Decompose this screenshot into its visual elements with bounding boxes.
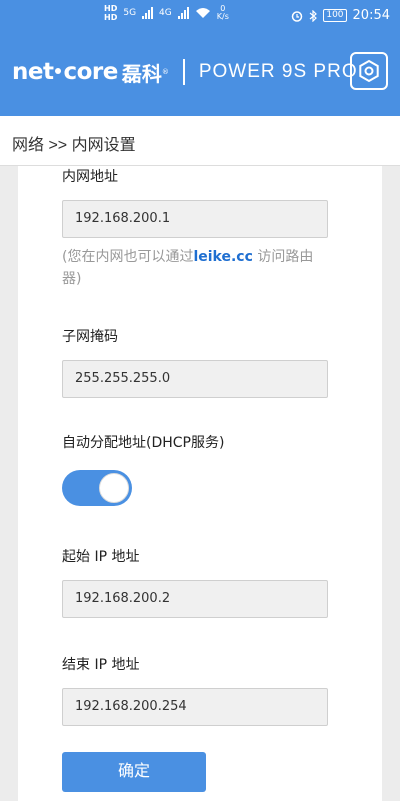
- subnet-label: 子网掩码: [62, 329, 118, 345]
- subnet-input[interactable]: 255.255.255.0: [62, 360, 328, 398]
- status-left: HD HD 5G 4G 0 K/s: [104, 4, 229, 22]
- hd-bottom: HD: [104, 13, 118, 22]
- end-ip-label: 结束 IP 地址: [62, 657, 140, 673]
- bluetooth-icon: [309, 9, 318, 22]
- dhcp-toggle[interactable]: [62, 470, 132, 506]
- dhcp-label: 自动分配地址(DHCP服务): [62, 435, 225, 451]
- logo-chinese: 磊科: [121, 61, 162, 86]
- settings-button[interactable]: [350, 52, 388, 90]
- end-ip-input[interactable]: 192.168.200.254: [62, 688, 328, 726]
- lan-ip-label: 内网地址: [62, 169, 118, 185]
- hd-top: HD: [104, 4, 118, 13]
- logo-text-left: net: [12, 59, 54, 85]
- lan-hint: (您在内网也可以通过leike.cc 访问路由器): [62, 246, 332, 290]
- network-4g-label: 4G: [159, 8, 172, 18]
- status-right: 100 20:54: [291, 8, 390, 23]
- settings-icon: [359, 59, 379, 83]
- net-speed-unit: K/s: [216, 12, 229, 21]
- start-ip-input[interactable]: 192.168.200.2: [62, 580, 328, 618]
- brand-divider: [182, 59, 185, 85]
- hint-text-before: (您在内网也可以通过: [62, 249, 194, 265]
- lan-ip-input[interactable]: 192.168.200.1: [62, 200, 328, 238]
- battery-indicator: 100: [323, 9, 347, 22]
- confirm-button[interactable]: 确定: [62, 752, 206, 792]
- leike-link[interactable]: leike.cc: [193, 249, 252, 265]
- app-header: HD HD 5G 4G 0 K/s 100 20:54 net core 磊科 ® …: [0, 0, 400, 116]
- logo-dot: [55, 67, 62, 74]
- breadcrumb: 网络 >> 内网设置: [12, 137, 136, 154]
- wifi-icon: [195, 8, 210, 18]
- hd-indicator: HD HD: [104, 4, 117, 22]
- status-bar: HD HD 5G 4G 0 K/s 100 20:54: [0, 0, 400, 34]
- network-5g-label: 5G: [123, 8, 137, 18]
- toggle-knob: [99, 473, 129, 503]
- net-speed: 0 K/s: [217, 5, 229, 21]
- clock: 20:54: [352, 8, 390, 23]
- logo-text-right: core: [63, 59, 118, 85]
- signal-bars-icon-2: [177, 7, 189, 19]
- breadcrumb-bar: 网络 >> 内网设置: [0, 116, 400, 166]
- registered-mark: ®: [161, 68, 169, 76]
- router-model: POWER 9S PRO: [198, 61, 358, 82]
- signal-bars-icon: [142, 7, 154, 19]
- start-ip-label: 起始 IP 地址: [62, 549, 140, 565]
- brand-bar: net core 磊科 ® POWER 9S PRO: [12, 56, 358, 88]
- netcore-logo: net core: [12, 59, 118, 85]
- alarm-icon: [292, 10, 303, 22]
